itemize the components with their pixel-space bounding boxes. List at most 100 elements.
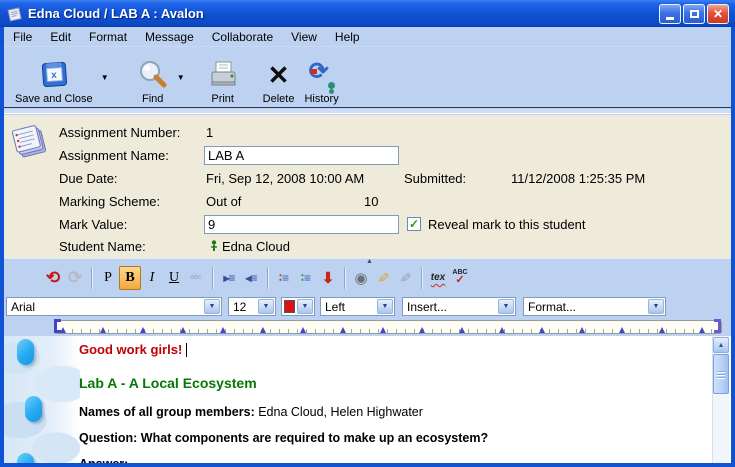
underline-button[interactable]: U — [163, 266, 185, 290]
capsule-decoration — [25, 396, 42, 422]
font-size-select[interactable]: 12▼ — [228, 297, 276, 316]
application-window: Edna Cloud / LAB A : Avalon ✕ File Edit … — [0, 0, 735, 467]
out-of-value: 10 — [364, 194, 378, 209]
mark-value-label: Mark Value: — [59, 217, 127, 232]
menu-edit[interactable]: Edit — [41, 28, 80, 46]
delete-label: Delete — [263, 93, 295, 105]
left-margin-marker[interactable] — [54, 319, 61, 333]
plain-style-button[interactable]: P — [97, 266, 119, 290]
window-title: Edna Cloud / LAB A : Avalon — [28, 6, 659, 21]
history-label: History — [304, 93, 338, 105]
formatting-toolbar: ▲ ⟲ ⟳ P B I U abc ▸≡ ◂≡ ∶≡ ∶≡ ⬇ ◉ ✎ ✎ te… — [4, 258, 731, 296]
assignment-number-value: 1 — [206, 125, 213, 140]
student-icon — [210, 240, 218, 253]
decrease-indent-button[interactable]: ◂≡ — [240, 266, 262, 290]
menu-bar: File Edit Format Message Collaborate Vie… — [4, 27, 731, 47]
menu-format[interactable]: Format — [80, 28, 136, 46]
submitted-label: Submitted: — [404, 171, 466, 186]
spell-check-icon: ABC✓ — [452, 270, 467, 284]
minimize-button[interactable] — [659, 4, 681, 24]
mark-value-input[interactable] — [204, 215, 399, 234]
menu-view[interactable]: View — [282, 28, 326, 46]
reveal-mark-checkbox[interactable]: ✓ — [407, 217, 421, 231]
paragraph-style-button[interactable]: ∶≡ — [273, 266, 295, 290]
divider — [421, 267, 422, 289]
eyedropper-icon: ✎ — [374, 271, 392, 284]
maximize-button[interactable] — [683, 4, 705, 24]
assignment-form: Assignment Number: 1 Assignment Name: Du… — [4, 115, 731, 258]
text-color-select[interactable]: ▼ — [281, 297, 315, 316]
chevron-down-icon: ▼ — [498, 299, 514, 314]
divider — [212, 267, 213, 289]
menu-message[interactable]: Message — [136, 28, 203, 46]
print-button[interactable]: Print — [202, 53, 244, 105]
target-icon: ◉ — [354, 269, 367, 287]
list-style-icon: ∶≡ — [301, 271, 311, 285]
scrollbar-thumb[interactable] — [713, 354, 729, 394]
main-toolbar: x Save and Close ▼ Find ▼ — [4, 47, 731, 108]
redo-icon: ⟳ — [68, 268, 82, 288]
menu-file[interactable]: File — [4, 28, 41, 46]
menu-collaborate[interactable]: Collaborate — [203, 28, 282, 46]
assignment-name-label: Assignment Name: — [59, 148, 169, 163]
down-arrow-icon: ⬇ — [322, 269, 335, 287]
list-style-button[interactable]: ∶≡ — [295, 266, 317, 290]
teacher-comment: Good work girls! — [79, 342, 182, 357]
text-color-swatch — [284, 300, 295, 313]
increase-indent-icon: ▸≡ — [223, 271, 234, 285]
delete-button[interactable]: ✕ Delete — [258, 53, 300, 105]
save-dropdown-arrow[interactable]: ▼ — [98, 59, 112, 95]
font-family-select[interactable]: Arial▼ — [6, 297, 222, 316]
undo-button[interactable]: ⟲ — [42, 266, 64, 290]
panel-resize-notch[interactable]: ▲ — [366, 258, 373, 265]
find-dropdown-arrow[interactable]: ▼ — [174, 59, 188, 95]
spell-check-button[interactable]: ABC✓ — [449, 266, 471, 290]
pick-color-disabled-button[interactable]: ✎ — [394, 266, 416, 290]
document-body[interactable]: Good work girls! Lab A - A Local Ecosyst… — [4, 336, 731, 463]
vertical-scrollbar[interactable]: ▲ — [712, 336, 729, 463]
divider — [91, 267, 92, 289]
increase-indent-button[interactable]: ▸≡ — [218, 266, 240, 290]
right-margin-marker[interactable] — [714, 319, 721, 333]
menu-help[interactable]: Help — [326, 28, 369, 46]
italic-button[interactable]: I — [141, 266, 163, 290]
font-controls-row: Arial▼ 12▼ ▼ Left▼ Insert...▼ Format...▼ — [4, 296, 731, 318]
save-and-close-icon: x — [38, 57, 70, 93]
assignment-name-input[interactable] — [204, 146, 399, 165]
close-button[interactable]: ✕ — [707, 4, 729, 24]
insert-below-button[interactable]: ⬇ — [317, 266, 339, 290]
student-name-value: Edna Cloud — [222, 239, 290, 254]
scroll-up-button[interactable]: ▲ — [713, 337, 729, 353]
checkmark-icon: ✓ — [409, 218, 419, 230]
insert-select[interactable]: Insert...▼ — [402, 297, 516, 316]
pick-color-button[interactable]: ✎ — [372, 266, 394, 290]
chevron-down-icon: ▼ — [377, 299, 393, 314]
toolbar-separator — [4, 109, 731, 114]
signature-button[interactable]: tex — [427, 266, 449, 290]
title-bar: Edna Cloud / LAB A : Avalon ✕ — [0, 0, 735, 27]
text-caret — [186, 343, 187, 357]
find-button[interactable]: Find — [132, 53, 174, 105]
find-label: Find — [142, 93, 163, 105]
delete-icon: ✕ — [268, 57, 290, 93]
target-button[interactable]: ◉ — [350, 266, 372, 290]
chevron-down-icon: ▼ — [258, 299, 274, 314]
question-text: Question: What components are required t… — [79, 431, 488, 445]
marking-scheme-value: Out of — [206, 194, 241, 209]
reveal-mark-label: Reveal mark to this student — [428, 217, 586, 232]
history-icon: ⟳ — [307, 57, 337, 93]
paragraph-style-icon: ∶≡ — [279, 271, 289, 285]
bold-button[interactable]: B — [119, 266, 141, 290]
undo-icon: ⟲ — [46, 268, 60, 288]
format-select[interactable]: Format...▼ — [523, 297, 666, 316]
divider — [344, 267, 345, 289]
save-and-close-button[interactable]: x Save and Close — [10, 53, 98, 105]
alignment-select[interactable]: Left▼ — [320, 297, 395, 316]
redo-button[interactable]: ⟳ — [64, 266, 86, 290]
student-name-label: Student Name: — [59, 239, 146, 254]
fixed-font-button[interactable]: abc — [185, 266, 207, 290]
chevron-down-icon: ▼ — [297, 299, 313, 314]
capsule-decoration — [17, 453, 34, 463]
submitted-value: 11/12/2008 1:25:35 PM — [511, 171, 645, 186]
history-button[interactable]: ⟳ History — [299, 53, 343, 105]
